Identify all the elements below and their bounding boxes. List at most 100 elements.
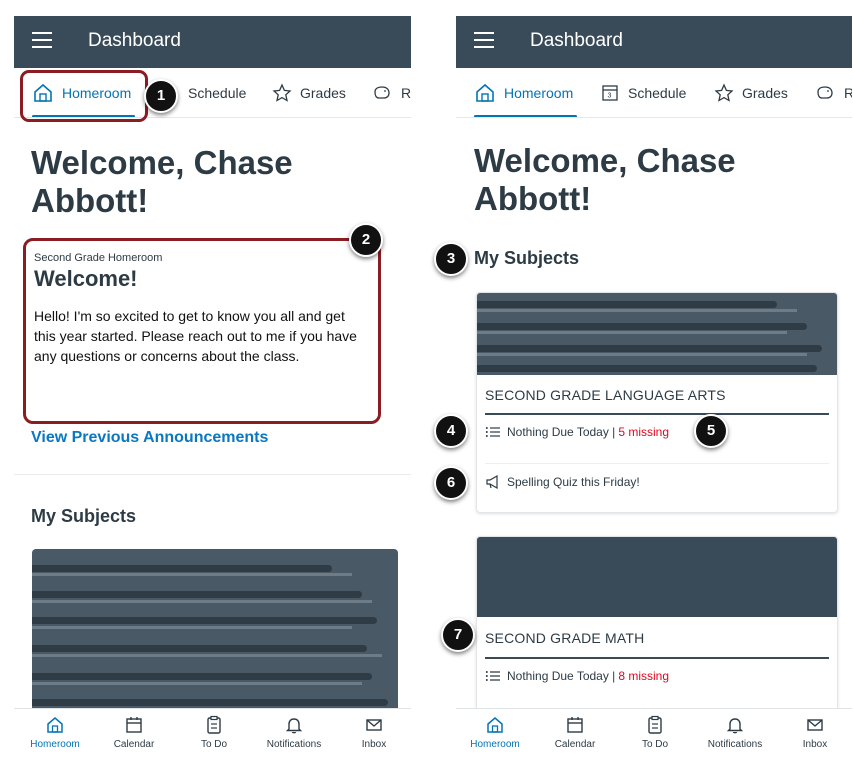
bell-icon [285,718,303,734]
subject-card-math[interactable]: SECOND GRADE MATH Nothing Due Today | 8 … [476,536,838,716]
welcome-heading: Welcome, Chase Abbott! [31,144,391,220]
nav-notifications[interactable]: Notifications [259,715,329,750]
my-subjects-heading: My Subjects [31,506,137,526]
homeroom-tab-highlight [20,70,148,122]
todo-icon [648,715,662,734]
callout-4: 4 [434,414,468,448]
subject-card-image [477,293,837,375]
tab-label: Re [844,85,852,101]
announcement-title: Welcome! [34,266,138,291]
due-text: Nothing Due Today | [507,669,616,683]
tab-label: Grades [742,85,788,101]
tab-label: Schedule [188,85,247,101]
missing-count[interactable]: 8 missing [618,669,669,683]
tab-label: Schedule [628,85,687,101]
app-title: Dashboard [88,30,181,51]
nav-label: Homeroom [30,739,80,750]
bottom-navigation: Homeroom Calendar To Do Notifications In… [14,708,411,762]
subject-card-language-arts[interactable]: SECOND GRADE LANGUAGE ARTS Nothing Due T… [476,292,838,513]
star-icon [714,83,734,102]
nav-calendar[interactable]: Calendar [99,715,169,750]
card-divider [485,463,829,464]
calendar-icon [126,717,142,733]
hamburger-menu-icon[interactable] [32,32,52,50]
nav-inbox[interactable]: Inbox [339,715,409,750]
nav-todo[interactable]: To Do [620,715,690,750]
tab-homeroom[interactable]: Homeroom [474,68,578,117]
subject-color-rule [485,657,829,659]
nav-label: Inbox [361,739,387,750]
nav-label: To Do [641,739,669,750]
announcement-course: Second Grade Homeroom [34,252,163,264]
dashboard-tab-bar: Homeroom 3 Schedule Grades Re [456,68,852,118]
subject-name[interactable]: SECOND GRADE MATH [485,630,645,646]
welcome-line-2: Abbott! [474,180,592,217]
missing-count[interactable]: 5 missing [618,425,669,439]
callout-3: 3 [434,242,468,276]
inbox-icon [807,719,823,731]
welcome-heading: Welcome, Chase Abbott! [474,142,834,218]
homeroom-icon [487,717,503,733]
top-app-bar: Dashboard [14,16,411,68]
my-subjects-heading: My Subjects [474,248,580,268]
svg-text:3: 3 [608,93,612,100]
tab-resources[interactable]: Re [814,68,852,117]
callout-7: 7 [441,618,475,652]
nav-notifications[interactable]: Notifications [700,715,770,750]
welcome-line-2: Abbott! [31,182,149,219]
tab-grades[interactable]: Grades [272,68,346,117]
nav-label: Calendar [554,739,596,750]
homeroom-announcement: Second Grade Homeroom Welcome! Hello! I'… [23,238,381,424]
nav-label: Calendar [113,739,155,750]
tab-resources[interactable]: R [371,68,411,117]
home-icon [476,83,494,102]
announcement-body: Hello! I'm so excited to get to know you… [34,308,357,364]
nav-calendar[interactable]: Calendar [540,715,610,750]
tab-label: Homeroom [504,85,574,101]
subject-name[interactable]: SECOND GRADE LANGUAGE ARTS [485,387,726,403]
left-phone-screen: Dashboard Homeroom Schedule Grades R Wel… [14,16,411,762]
tab-schedule[interactable]: Schedule [188,68,247,117]
active-tab-indicator [474,115,578,117]
callout-5: 5 [694,414,728,448]
megaphone-icon [486,475,498,489]
nav-label: Inbox [802,739,828,750]
top-app-bar: Dashboard [456,16,852,68]
bell-icon [726,718,744,734]
app-title: Dashboard [530,30,623,51]
nav-homeroom[interactable]: Homeroom [460,715,530,750]
subject-card-color-banner [477,537,837,617]
star-icon [272,83,292,102]
welcome-line-1: Welcome, Chase [31,144,293,181]
subject-color-rule [485,413,829,415]
nav-label: To Do [200,739,228,750]
tab-label: Grades [300,85,346,101]
nav-inbox[interactable]: Inbox [780,715,850,750]
subject-due-status[interactable]: Nothing Due Today | 8 missing [485,669,669,683]
welcome-line-1: Welcome, Chase [474,142,736,179]
subject-due-status[interactable]: Nothing Due Today | 5 missing [485,425,669,439]
bottom-navigation: Homeroom Calendar To Do Notifications In… [456,708,852,762]
callout-1: 1 [144,79,178,113]
nav-label: Notifications [266,739,322,750]
subject-latest-announcement[interactable]: Spelling Quiz this Friday! [485,475,640,489]
checklist-icon [485,671,500,681]
subject-card-image[interactable] [32,549,398,709]
calendar-icon [567,717,583,733]
nav-label: Notifications [707,739,763,750]
tab-grades[interactable]: Grades [714,68,788,117]
nav-label: Homeroom [470,739,520,750]
todo-icon [207,715,221,734]
tab-schedule[interactable]: 3 Schedule [600,68,687,117]
callout-2: 2 [349,223,383,257]
nav-todo[interactable]: To Do [179,715,249,750]
checklist-icon [485,427,500,437]
calendar-icon: 3 [602,85,618,101]
tab-label: R [401,85,411,101]
view-previous-announcements-link[interactable]: View Previous Announcements [31,429,268,447]
nav-homeroom[interactable]: Homeroom [20,715,90,750]
piggy-bank-icon [817,86,833,99]
due-text: Nothing Due Today | [507,425,616,439]
callout-6: 6 [434,466,468,500]
hamburger-menu-icon[interactable] [474,32,494,50]
